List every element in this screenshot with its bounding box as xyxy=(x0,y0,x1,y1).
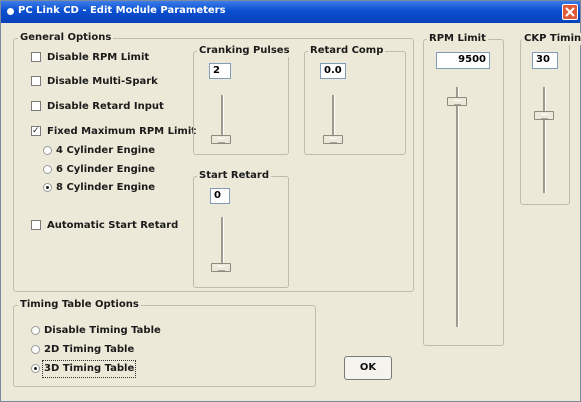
cranking-pulses-value[interactable]: 2 xyxy=(209,63,231,79)
radio-circle xyxy=(31,326,40,335)
rpm-limit-slider-track[interactable] xyxy=(456,87,459,327)
app-icon xyxy=(7,8,14,15)
radio-circle xyxy=(43,165,52,174)
rpm-limit-group: RPM Limit xyxy=(423,33,504,346)
start-retard-value[interactable]: 0 xyxy=(210,188,230,204)
rpm-limit-slider-thumb[interactable] xyxy=(447,97,467,106)
checkbox-box xyxy=(31,76,41,86)
edit-module-parameters-window: PC Link CD - Edit Module Parameters Gene… xyxy=(0,0,581,402)
radio-circle xyxy=(43,146,52,155)
retard-comp-value[interactable]: 0.0 xyxy=(320,63,346,79)
radio-circle-selected xyxy=(43,183,52,192)
checkbox-box xyxy=(31,220,41,230)
close-button[interactable] xyxy=(562,4,578,20)
start-retard-legend: Start Retard xyxy=(197,170,272,182)
checkbox-box xyxy=(31,52,41,62)
rpm-limit-value[interactable]: 9500 xyxy=(436,52,490,69)
rpm-limit-legend: RPM Limit xyxy=(427,33,488,45)
ok-button[interactable]: OK xyxy=(344,356,392,380)
close-icon xyxy=(565,7,575,17)
radio-circle-selected xyxy=(31,364,40,373)
cranking-pulses-group: Cranking Pulses xyxy=(193,45,292,155)
checkbox-box-checked xyxy=(31,124,41,138)
ckp-timing-value[interactable]: 30 xyxy=(532,52,558,69)
checkbox-box xyxy=(31,101,41,111)
title-bar: PC Link CD - Edit Module Parameters xyxy=(1,1,580,23)
ckp-timing-slider-thumb[interactable] xyxy=(534,111,554,120)
retard-comp-slider-thumb[interactable] xyxy=(323,135,343,144)
start-retard-group: Start Retard xyxy=(193,170,289,288)
retard-comp-legend: Retard Comp xyxy=(308,45,386,57)
ckp-timing-slider-track[interactable] xyxy=(543,87,546,193)
start-retard-slider-thumb[interactable] xyxy=(211,263,231,272)
cranking-pulses-legend: Cranking Pulses xyxy=(197,45,292,57)
ckp-timing-legend: CKP Timing xyxy=(522,33,581,45)
radio-circle xyxy=(31,345,40,354)
general-options-legend: General Options xyxy=(18,32,114,44)
timing-table-options-legend: Timing Table Options xyxy=(18,299,141,311)
cranking-pulses-slider-thumb[interactable] xyxy=(211,135,231,144)
window-title: PC Link CD - Edit Module Parameters xyxy=(18,5,226,16)
